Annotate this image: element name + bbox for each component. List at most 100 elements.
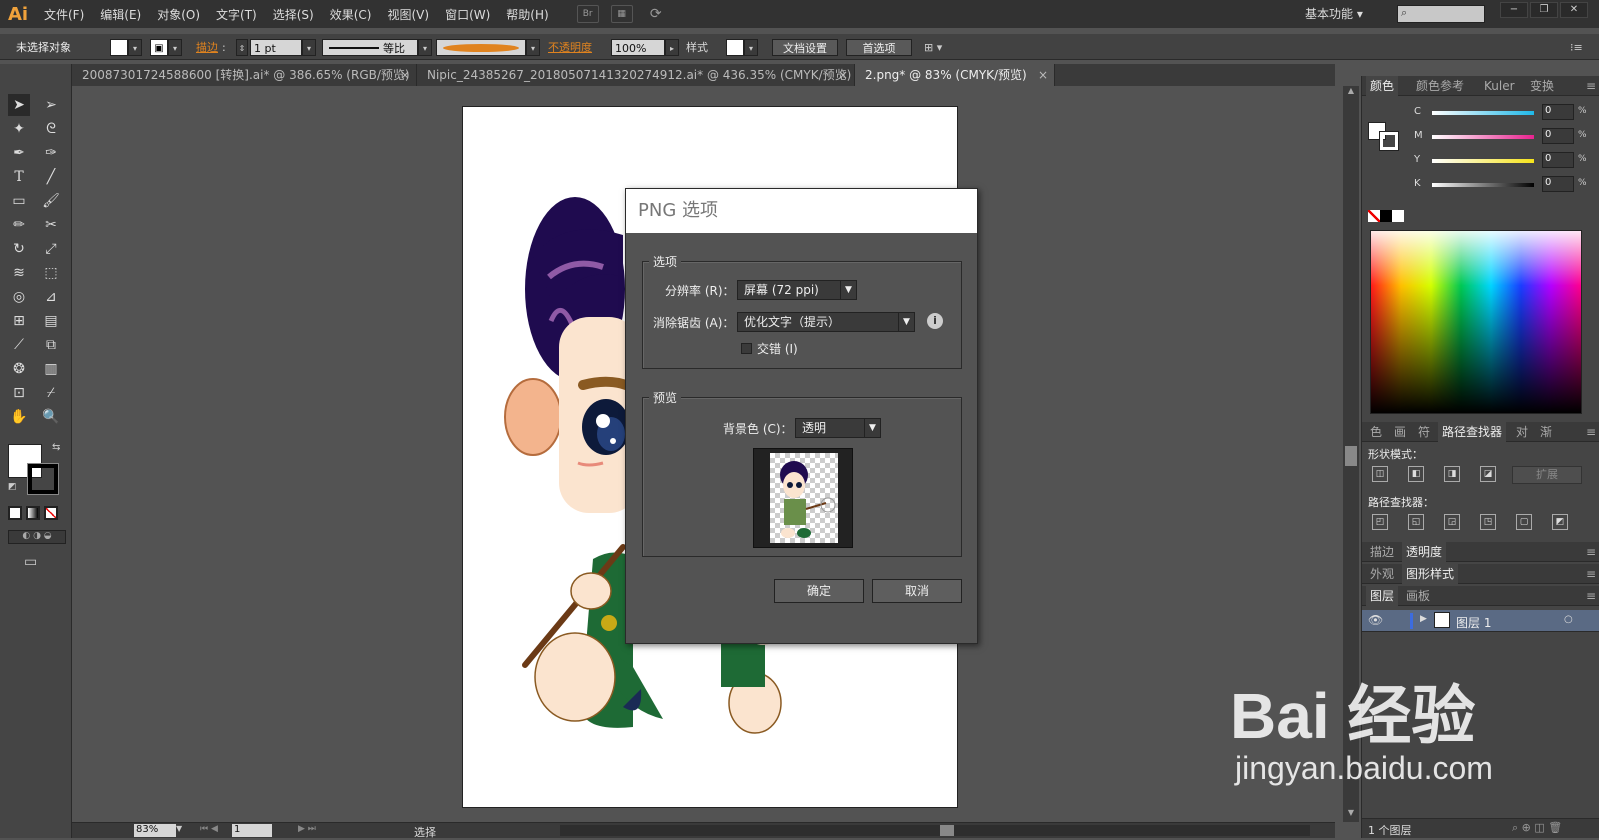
tab-document-3[interactable]: 2.png* @ 83% (CMYK/预览) × xyxy=(855,64,1055,86)
tab-document-2[interactable]: Nipic_24385267_20180507141320274912.ai* … xyxy=(417,64,855,86)
page-nav-icon[interactable]: ⏮ ◀ xyxy=(200,824,218,834)
cancel-button[interactable]: 取消 xyxy=(872,579,962,603)
tab-transform[interactable]: 变换 xyxy=(1526,76,1558,96)
minimize-button[interactable]: − xyxy=(1500,2,1528,18)
rectangle-tool-icon[interactable]: ▭ xyxy=(8,190,30,212)
perspective-grid-icon[interactable]: ⊿ xyxy=(40,286,62,308)
close-icon[interactable]: × xyxy=(1038,64,1048,86)
arrange-documents-icon[interactable]: ▦ xyxy=(610,5,633,23)
menu-file[interactable]: 文件(F) xyxy=(36,6,92,23)
h-scroll-thumb[interactable] xyxy=(940,825,954,836)
menu-view[interactable]: 视图(V) xyxy=(379,6,437,23)
minus-front-icon[interactable]: ◧ xyxy=(1408,466,1424,482)
tab-pathfinder[interactable]: 路径查找器 xyxy=(1438,422,1507,442)
tab-color[interactable]: 颜色 xyxy=(1366,76,1399,96)
layer-actions-icon[interactable]: ⌕ ⊕ ◫ 🗑 xyxy=(1512,821,1562,835)
tab-transparency[interactable]: 透明度 xyxy=(1402,542,1447,562)
opacity-arrow-icon[interactable]: ▸ xyxy=(665,39,679,56)
color-spectrum[interactable] xyxy=(1370,230,1582,414)
restore-button[interactable]: ❐ xyxy=(1530,2,1558,18)
slice-tool-icon[interactable]: ⌿ xyxy=(40,382,62,404)
black-value[interactable]: 0 xyxy=(1542,176,1574,192)
drawing-modes-icon[interactable]: ◐ ◑ ◒ xyxy=(8,530,66,544)
gradient-tool-icon[interactable]: ▤ xyxy=(40,310,62,332)
crop-icon[interactable]: ◳ xyxy=(1480,514,1496,530)
tab-kuler[interactable]: Kuler xyxy=(1480,76,1519,96)
fill-swatch[interactable] xyxy=(110,39,128,56)
close-icon[interactable]: × xyxy=(400,64,410,86)
layer-row[interactable]: 👁 ▶ 图层 1 ○ xyxy=(1362,610,1599,632)
default-colors-icon[interactable]: ◩ xyxy=(8,482,17,492)
screen-mode-icon[interactable]: ▭ xyxy=(24,554,37,570)
magenta-slider[interactable] xyxy=(1432,135,1534,139)
cyan-value[interactable]: 0 xyxy=(1542,104,1574,120)
menu-edit[interactable]: 编辑(E) xyxy=(92,6,149,23)
scale-tool-icon[interactable]: ⤢ xyxy=(40,238,62,260)
antialias-select[interactable]: 优化文字（提示） ▼ xyxy=(737,312,915,332)
tab-color-guide[interactable]: 颜色参考 xyxy=(1412,76,1468,96)
black-slider[interactable] xyxy=(1432,183,1534,187)
black-swatch[interactable] xyxy=(1380,210,1392,222)
line-tool-icon[interactable]: ╱ xyxy=(40,166,62,188)
hand-tool-icon[interactable]: ✋ xyxy=(8,406,30,428)
fill-dropdown-icon[interactable]: ▾ xyxy=(128,39,142,56)
stroke-dropdown-icon[interactable]: ▾ xyxy=(168,39,182,56)
menu-type[interactable]: 文字(T) xyxy=(208,6,265,23)
stroke-stepper-icon[interactable]: ⇕ xyxy=(236,39,248,56)
pen-tool-icon[interactable]: ✒ xyxy=(8,142,30,164)
bridge-icon[interactable]: Br xyxy=(576,5,599,23)
trim-icon[interactable]: ◱ xyxy=(1408,514,1424,530)
lasso-icon[interactable]: ᘓ xyxy=(40,118,62,140)
opacity-label[interactable]: 不透明度 xyxy=(548,39,592,56)
merge-icon[interactable]: ◲ xyxy=(1444,514,1460,530)
layer-name[interactable]: 图层 1 xyxy=(1456,614,1491,631)
page-field[interactable]: 1 xyxy=(232,824,272,837)
panel-menu-icon[interactable]: ≡ xyxy=(1582,76,1599,96)
selection-tool-icon[interactable]: ➤ xyxy=(8,94,30,116)
eyedropper-icon[interactable]: ⟋ xyxy=(8,334,30,356)
free-transform-icon[interactable]: ⬚ xyxy=(40,262,62,284)
tab-artboards[interactable]: 画板 xyxy=(1402,586,1434,606)
stroke-label[interactable]: 描边 xyxy=(196,39,218,56)
stroke-profile-select[interactable]: 等比 xyxy=(322,39,418,56)
zoom-dropdown-icon[interactable]: ▼ xyxy=(176,824,182,833)
minus-back-icon[interactable]: ◩ xyxy=(1552,514,1568,530)
divide-icon[interactable]: ◰ xyxy=(1372,514,1388,530)
tab-gradient-short[interactable]: 渐 xyxy=(1536,422,1556,442)
tab-symbols-short[interactable]: 符 xyxy=(1414,422,1434,442)
stroke-color-swatch[interactable] xyxy=(27,463,59,495)
scroll-up-icon[interactable]: ▲ xyxy=(1343,86,1359,100)
tab-align-short[interactable]: 对 xyxy=(1512,422,1532,442)
stroke-weight-field[interactable]: 1 pt xyxy=(250,39,302,56)
mesh-tool-icon[interactable]: ⊞ xyxy=(8,310,30,332)
expand-triangle-icon[interactable]: ▶ xyxy=(1420,614,1427,624)
close-button[interactable]: ✕ xyxy=(1560,2,1588,18)
menu-help[interactable]: 帮助(H) xyxy=(498,6,556,23)
artboard-tool-icon[interactable]: ⊡ xyxy=(8,382,30,404)
outline-icon[interactable]: ▢ xyxy=(1516,514,1532,530)
direct-selection-tool-icon[interactable]: ➢ xyxy=(40,94,62,116)
intersect-icon[interactable]: ◨ xyxy=(1444,466,1460,482)
panel-menu-icon[interactable]: ≡ xyxy=(1582,586,1599,606)
stroke-profile-dropdown-icon[interactable]: ▾ xyxy=(418,39,432,56)
rotate-tool-icon[interactable]: ↻ xyxy=(8,238,30,260)
color-button-icon[interactable] xyxy=(8,506,22,520)
none-button-icon[interactable] xyxy=(44,506,58,520)
paintbrush-icon[interactable]: 🖌 xyxy=(40,190,62,212)
panel-menu-icon[interactable]: ≡ xyxy=(1582,542,1599,562)
graph-tool-icon[interactable]: ▥ xyxy=(40,358,62,380)
gpu-performance-icon[interactable]: ⟳ xyxy=(645,5,667,23)
page-next-icon[interactable]: ▶ ⏭ xyxy=(298,824,316,834)
tab-appearance[interactable]: 外观 xyxy=(1366,564,1398,584)
ok-button[interactable]: 确定 xyxy=(774,579,864,603)
blend-tool-icon[interactable]: ⧉ xyxy=(40,334,62,356)
tab-layers[interactable]: 图层 xyxy=(1366,586,1399,606)
menu-effect[interactable]: 效果(C) xyxy=(322,6,380,23)
zoom-tool-icon[interactable]: 🔍 xyxy=(40,406,62,428)
tab-color-short[interactable]: 色 xyxy=(1366,422,1386,442)
zoom-field[interactable]: 83% xyxy=(134,824,176,837)
menu-window[interactable]: 窗口(W) xyxy=(437,6,498,23)
tab-brushes-short[interactable]: 画 xyxy=(1390,422,1410,442)
scroll-down-icon[interactable]: ▼ xyxy=(1343,808,1359,822)
gradient-button-icon[interactable] xyxy=(26,506,40,520)
